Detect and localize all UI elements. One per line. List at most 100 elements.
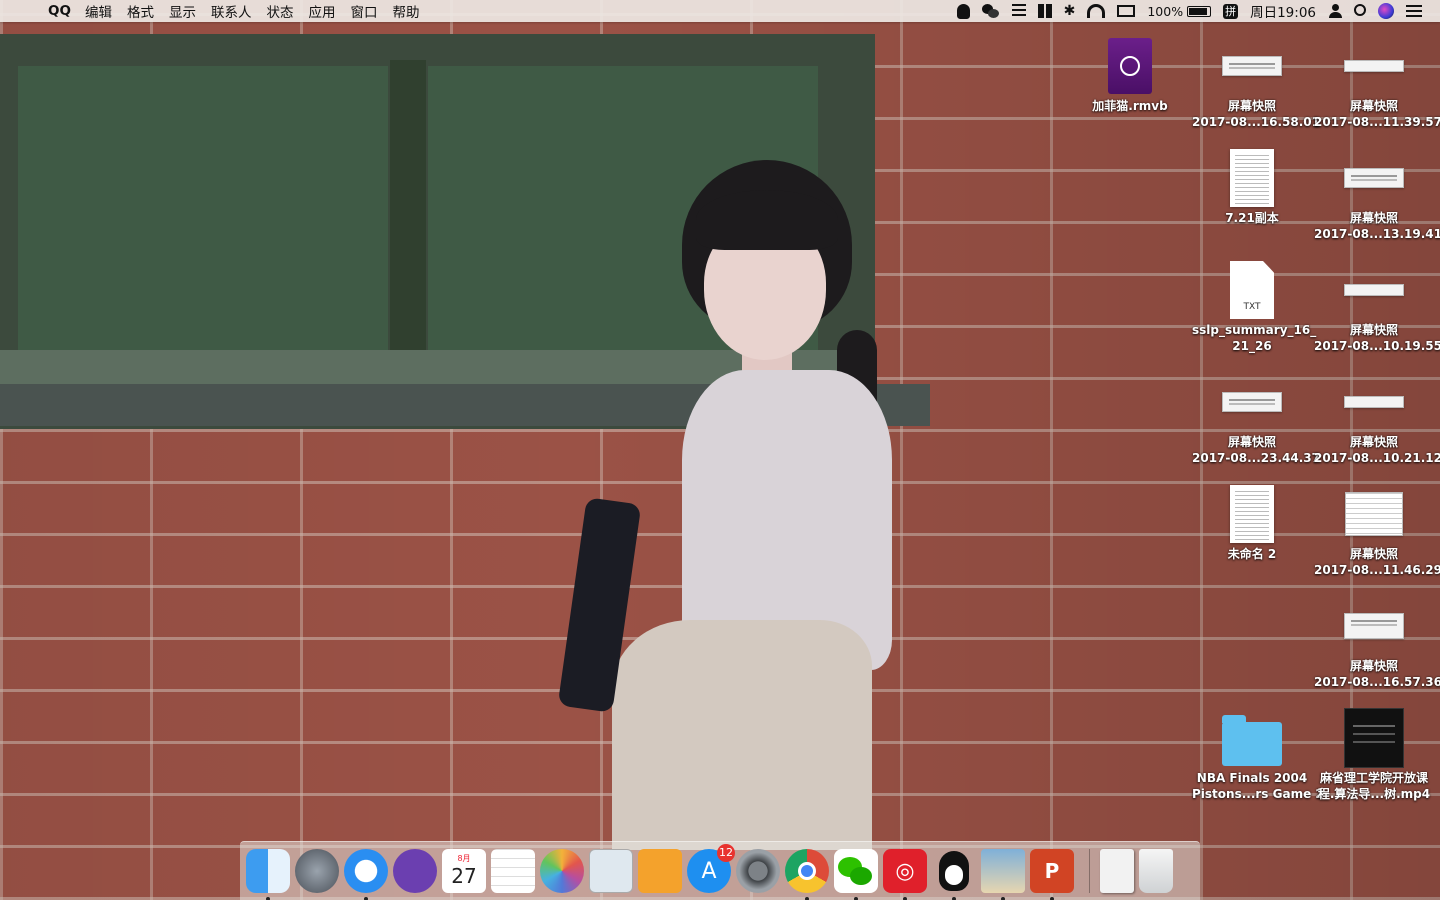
document-icon (1230, 485, 1274, 543)
app-store-glyph: A (701, 858, 717, 884)
desktop-icon-txt-file[interactable]: TXT sslp_summary_16_ 21_26 (1192, 258, 1316, 354)
icon-label: 麻省理工学院开放课 (1319, 771, 1428, 785)
reminders-icon[interactable] (491, 849, 535, 893)
menu-edit[interactable]: 编辑 (85, 1, 112, 21)
screenshot-thumbnail-icon (1344, 168, 1404, 188)
desktop-icon-screenshot[interactable]: 屏幕快照 2017-08...13.19.41 (1314, 146, 1440, 242)
document-icon (1230, 149, 1274, 207)
desktop-icon-movie-file[interactable]: 加菲猫.rmvb (1070, 34, 1190, 114)
menu-contacts[interactable]: 联系人 (211, 1, 252, 21)
desktop-icon-screenshot[interactable]: 屏幕快照 2017-08...10.19.55 (1314, 258, 1440, 354)
desktop-icon-screenshot[interactable]: 屏幕快照 2017-08...16.58.01 (1192, 34, 1320, 130)
menu-bar-left: QQ 编辑 格式 显示 联系人 状态 应用 窗口 帮助 (0, 0, 434, 22)
wechat-tray-icon[interactable] (981, 3, 1000, 19)
netease-music-icon[interactable]: ◎ (883, 849, 927, 900)
dock-separator (1089, 849, 1090, 893)
icon-label: 未命名 2 (1227, 547, 1277, 561)
screenshot-thumbnail-icon (1344, 284, 1404, 296)
window-pane-left (18, 66, 388, 351)
icon-label: 屏幕快照 (1227, 99, 1276, 113)
spotlight-search-icon[interactable] (1354, 4, 1366, 16)
icon-sublabel: 2017-08...16.57.36 (1314, 675, 1440, 689)
stack-tray-icon[interactable] (1011, 4, 1026, 18)
desktop-icon-screenshot[interactable]: 屏幕快照 2017-08...16.57.36 (1314, 594, 1440, 690)
input-method-icon[interactable]: 拼 (1223, 3, 1239, 19)
screenshot-thumbnail-icon (1344, 60, 1404, 72)
battery-percent[interactable]: 100% (1147, 4, 1183, 19)
person-coat (612, 620, 872, 850)
user-icon[interactable] (1328, 4, 1342, 18)
qq-tray-icon[interactable] (956, 3, 970, 19)
calendar-icon[interactable]: 8月 27 (442, 849, 486, 893)
icon-sublabel: Pistons...rs Game 2 (1192, 787, 1324, 801)
pages-icon[interactable] (638, 849, 682, 893)
menu-apps[interactable]: 应用 (308, 1, 335, 21)
desktop-icon-folder[interactable]: NBA Finals 2004 Pistons...rs Game 2 (1192, 706, 1324, 802)
wallpaper-person (557, 150, 912, 850)
powerpoint-glyph: P (1044, 859, 1060, 883)
icon-label: 屏幕快照 (1349, 435, 1398, 449)
icon-label: 屏幕快照 (1349, 211, 1398, 225)
menu-format[interactable]: 格式 (127, 1, 154, 21)
menu-status[interactable]: 状态 (266, 1, 293, 21)
finder-icon[interactable] (246, 849, 290, 900)
screenshot-thumbnail-icon (1222, 392, 1282, 412)
launchpad-icon[interactable] (295, 849, 339, 893)
icon-label: 屏幕快照 (1349, 99, 1398, 113)
icon-label: 加菲猫.rmvb (1092, 99, 1168, 113)
powerpoint-icon[interactable]: P (1030, 849, 1074, 900)
notification-center-icon[interactable] (1406, 4, 1422, 18)
video-thumbnail-icon (1344, 708, 1404, 768)
icon-label: 屏幕快照 (1349, 323, 1398, 337)
github-icon[interactable] (393, 849, 437, 893)
desktop-icon-document[interactable]: 未命名 2 (1192, 482, 1312, 562)
dock: 8月 27 A 12 ◎ P (240, 841, 1200, 900)
airplay-icon[interactable] (1117, 5, 1136, 17)
netease-glyph: ◎ (895, 858, 915, 884)
safari-icon[interactable] (344, 849, 388, 900)
icon-sublabel: 2017-08...13.19.41 (1314, 227, 1440, 241)
trash-icon[interactable] (1139, 849, 1173, 893)
menu-help[interactable]: 帮助 (392, 1, 419, 21)
desktop-icon-screenshot[interactable]: 屏幕快照 2017-08...23.44.37 (1192, 370, 1320, 466)
menu-bar-clock[interactable]: 周日19:06 (1250, 1, 1316, 21)
desktop-icon-screenshot[interactable]: 屏幕快照 2017-08...11.39.57 (1314, 34, 1440, 130)
icon-label: 屏幕快照 (1349, 659, 1398, 673)
app-menu-qq[interactable]: QQ (48, 3, 71, 19)
qq-penguin-icon (939, 851, 969, 891)
wifi-icon[interactable] (1087, 4, 1106, 18)
menu-window[interactable]: 窗口 (350, 1, 377, 21)
calendar-day: 27 (451, 864, 477, 888)
menu-bar-status-area: ✱ 100% 拼 周日19:06 (945, 0, 1422, 22)
screenshot-thumbnail-icon (1344, 613, 1404, 639)
bluetooth-icon[interactable]: ✱ (1064, 3, 1076, 19)
icon-sublabel: 程.算法导...树.mp4 (1317, 787, 1431, 801)
icon-sublabel: 2017-08...10.21.12 (1314, 451, 1440, 465)
desktop-icon-screenshot[interactable]: 屏幕快照 2017-08...10.21.12 (1314, 370, 1440, 466)
icon-sublabel: 2017-08...11.39.57 (1314, 115, 1440, 129)
app-store-icon[interactable]: A 12 (687, 844, 735, 893)
desktop-icon-video[interactable]: 麻省理工学院开放课 程.算法导...树.mp4 (1314, 706, 1434, 802)
icon-sublabel: 2017-08...11.46.29 (1314, 563, 1440, 577)
desktop-icon-screenshot[interactable]: 屏幕快照 2017-08...11.46.29 (1314, 482, 1440, 578)
menu-bar: QQ 编辑 格式 显示 联系人 状态 应用 窗口 帮助 ✱ 100% 拼 周日1… (0, 0, 1440, 22)
screenshot-thumbnail-icon (1344, 396, 1404, 408)
window-layout-tray-icon[interactable] (1037, 4, 1052, 18)
chrome-icon[interactable] (785, 849, 829, 900)
screenshot-thumbnail-icon (1222, 56, 1282, 76)
icon-sublabel: 2017-08...10.19.55 (1314, 339, 1440, 353)
image-viewer-icon[interactable] (981, 849, 1025, 900)
system-preferences-icon[interactable] (736, 849, 780, 893)
preview-icon[interactable] (589, 849, 633, 893)
app-store-badge: 12 (717, 844, 735, 862)
calendar-month: 8月 (457, 854, 471, 863)
photos-icon[interactable] (540, 849, 584, 893)
documents-stack-icon[interactable] (1100, 849, 1134, 893)
siri-icon[interactable] (1378, 3, 1394, 19)
desktop-icon-document[interactable]: 7.21副本 (1192, 146, 1312, 226)
icon-sublabel: 2017-08...23.44.37 (1192, 451, 1320, 465)
qq-icon[interactable] (932, 849, 976, 900)
menu-view[interactable]: 显示 (169, 1, 196, 21)
battery-icon[interactable] (1187, 5, 1212, 17)
wechat-icon[interactable] (834, 849, 878, 900)
